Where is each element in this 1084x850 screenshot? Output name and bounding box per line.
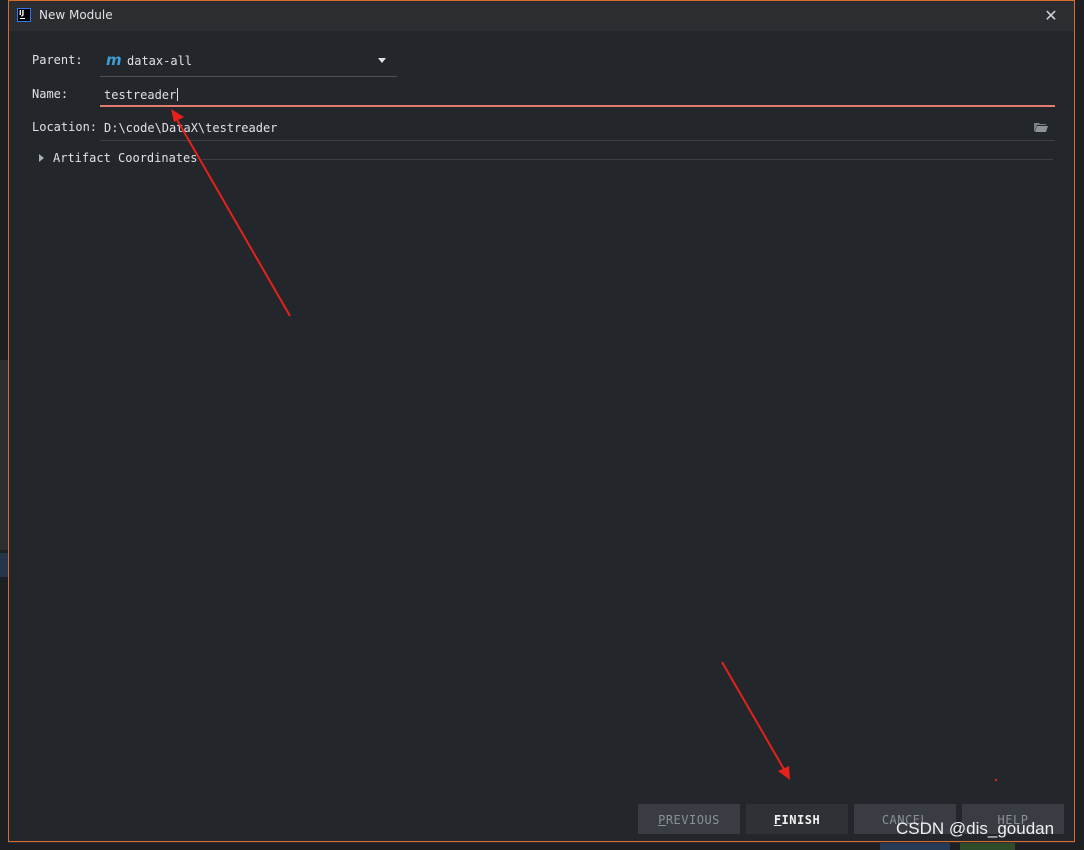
text-cursor xyxy=(177,88,179,101)
maven-module-icon: m xyxy=(106,51,122,69)
location-value: D:\code\DataX\testreader xyxy=(104,121,278,135)
name-input[interactable]: testreader xyxy=(100,83,1055,107)
background-editor-left xyxy=(0,0,8,850)
previous-button[interactable]: PREVIOUS xyxy=(638,804,740,834)
chevron-down-icon xyxy=(378,58,386,63)
artifact-coordinates-toggle[interactable]: Artifact Coordinates xyxy=(37,151,1055,167)
dialog-title: New Module xyxy=(39,8,113,22)
parent-dropdown[interactable]: m datax-all xyxy=(100,47,397,77)
intellij-app-icon: IJ xyxy=(17,8,31,22)
new-module-dialog: IJ New Module ✕ Parent: m datax-all Name… xyxy=(8,0,1075,842)
artifact-coordinates-label: Artifact Coordinates xyxy=(53,151,198,165)
folder-open-icon[interactable] xyxy=(1034,122,1048,132)
finish-button[interactable]: FINISH xyxy=(746,804,848,834)
chevron-right-icon xyxy=(39,154,44,162)
background-status-bar xyxy=(0,843,1084,850)
close-icon[interactable]: ✕ xyxy=(1042,7,1060,25)
name-label: Name: xyxy=(32,87,69,101)
parent-value: datax-all xyxy=(127,54,193,68)
name-value: testreader xyxy=(104,88,177,102)
location-input[interactable]: D:\code\DataX\testreader xyxy=(100,116,1055,141)
watermark-text: CSDN @dis_goudan xyxy=(896,819,1055,838)
background-editor-right xyxy=(1075,0,1084,850)
parent-label: Parent: xyxy=(32,53,83,67)
location-label: Location: xyxy=(32,120,98,134)
section-divider xyxy=(202,159,1053,160)
title-bar: IJ New Module ✕ xyxy=(9,1,1074,31)
